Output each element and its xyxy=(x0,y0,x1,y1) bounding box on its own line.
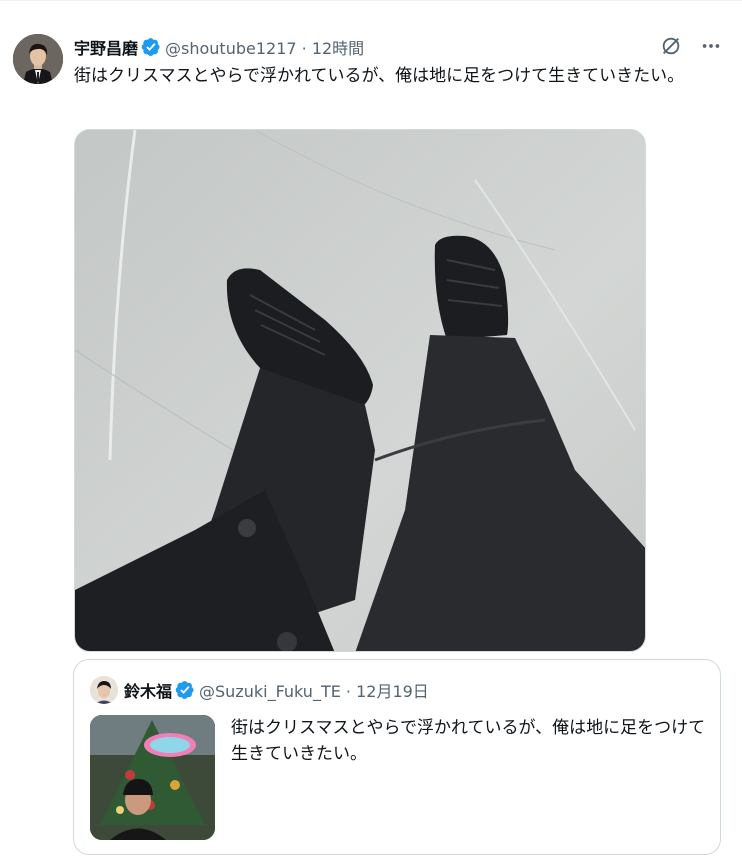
quoted-author-handle-time: @Suzuki_Fuku_TE · 12月19日 xyxy=(199,682,429,701)
tweet-photo[interactable] xyxy=(74,129,646,652)
author-avatar[interactable] xyxy=(13,34,63,84)
tweet-actions xyxy=(660,35,722,57)
quoted-author-name: 鈴木福 xyxy=(124,682,173,701)
tweet-header: 宇野昌磨 @shoutube1217 · 12時間 xyxy=(74,35,364,59)
quoted-author-avatar[interactable] xyxy=(90,676,118,704)
quoted-tweet[interactable]: 鈴木福 @Suzuki_Fuku_TE · 12月19日 街はクリスマスとやらで… xyxy=(73,659,721,855)
tweet-text: 街はクリスマスとやらで浮かれているが、俺は地に足をつけて生きていきたい。 xyxy=(74,66,685,86)
more-icon[interactable] xyxy=(700,35,722,57)
quoted-header: 鈴木福 @Suzuki_Fuku_TE · 12月19日 xyxy=(124,678,429,702)
verified-badge-icon xyxy=(141,38,160,56)
grok-icon[interactable] xyxy=(660,35,682,57)
author-name[interactable]: 宇野昌磨 xyxy=(74,35,138,59)
verified-badge-icon xyxy=(175,681,194,699)
author-handle-time[interactable]: @shoutube1217 · 12時間 xyxy=(165,35,364,59)
quoted-text: 街はクリスマスとやらで浮かれているが、俺は地に足をつけて生きていきたい。 xyxy=(231,718,706,764)
quoted-photo[interactable] xyxy=(90,715,215,840)
tweet[interactable]: 宇野昌磨 @shoutube1217 · 12時間 街はクリスマスとやらで浮かれ… xyxy=(0,0,742,858)
